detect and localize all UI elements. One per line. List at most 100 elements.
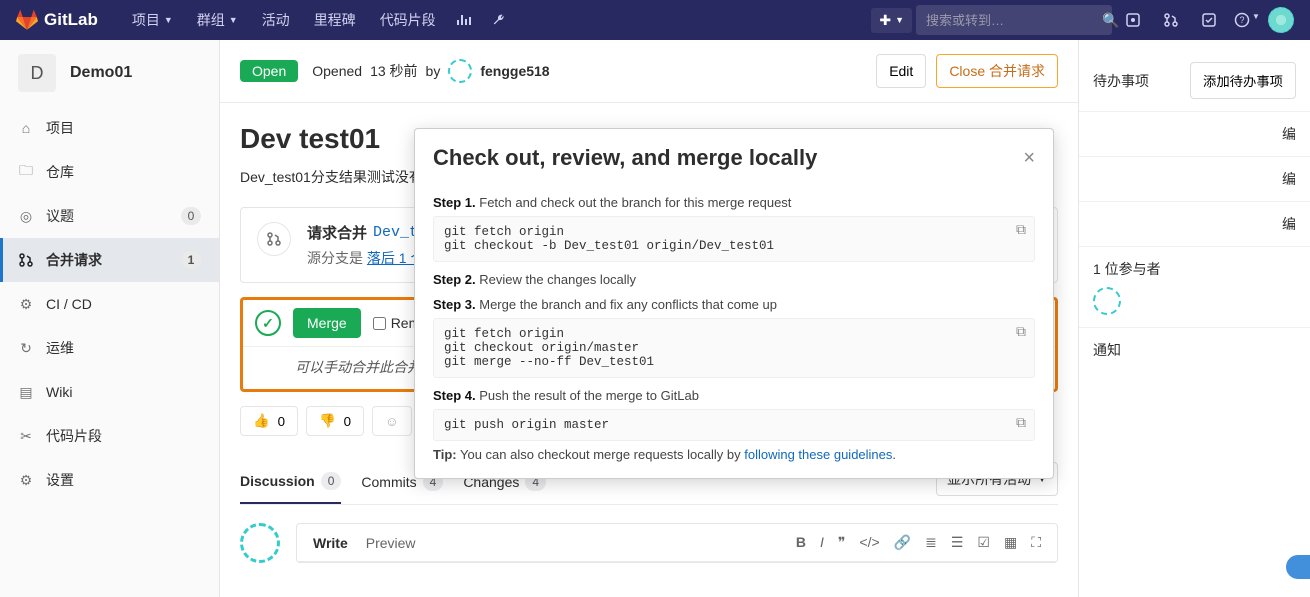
quote-icon[interactable]: ❞ (838, 534, 846, 551)
bold-icon[interactable]: B (796, 534, 806, 551)
wiki-icon: ▤ (18, 384, 34, 401)
current-user-avatar (240, 523, 280, 563)
smile-icon: ☺ (385, 414, 399, 429)
sidebar-item-label: 议题 (46, 206, 74, 226)
link-icon[interactable]: 🔗 (894, 534, 911, 551)
sidebar-item-label: 合并请求 (46, 250, 102, 270)
tab-discussion[interactable]: Discussion0 (240, 460, 341, 504)
assignee-section[interactable]: 编 (1079, 112, 1310, 157)
mr-status-open: Open (240, 60, 298, 82)
caret-down-icon: ▼ (229, 15, 238, 25)
nav-活动[interactable]: 活动 (252, 0, 300, 40)
sidebar-project-header[interactable]: D Demo01 (0, 40, 219, 106)
modal-close-button[interactable]: × (1023, 147, 1035, 170)
nav-里程碑[interactable]: 里程碑 (304, 0, 366, 40)
participant-avatar[interactable] (1093, 287, 1121, 315)
set-icon: ⚙ (18, 472, 34, 489)
bullet-list-icon[interactable]: ≣ (925, 534, 937, 551)
top-navbar: GitLab 项目▼群组▼活动里程碑代码片段 ✚▼ 🔍 ?▼ (0, 0, 1310, 40)
mergeable-check-icon: ✓ (255, 310, 281, 336)
sidebar-item-wiki[interactable]: ▤ Wiki (0, 370, 219, 414)
project-sidebar: D Demo01 ⌂ 项目 🗀 仓库 ◎议题0 合并请求 1 ⚙ CI / CD ↻运维 ▤ Wiki… (0, 40, 220, 597)
mr-right-sidebar: 待办事项 添加待办事项 编 编 编 1 位参与者 通知 (1078, 40, 1310, 597)
sidebar-item-ops[interactable]: ↻运维 (0, 326, 219, 370)
checkout-locally-modal: Check out, review, and merge locally × S… (414, 128, 1054, 479)
labels-section[interactable]: 编 (1079, 202, 1310, 247)
sidebar-item-label: 仓库 (46, 162, 74, 182)
snip-icon: ✂ (18, 428, 34, 445)
table-icon[interactable]: ▦ (1004, 534, 1017, 551)
copy-icon[interactable]: ⧉ (1016, 416, 1026, 432)
nav-代码片段[interactable]: 代码片段 (370, 0, 446, 40)
merge-request-icon (257, 222, 291, 256)
copy-icon[interactable]: ⧉ (1016, 325, 1026, 341)
help-dropdown[interactable]: ?▼ (1230, 12, 1264, 28)
ci-icon: ⚙ (18, 296, 34, 313)
sidebar-item-label: 设置 (46, 470, 74, 490)
author-avatar (448, 59, 472, 83)
mr-icon (18, 252, 34, 268)
home-icon: ⌂ (18, 120, 34, 136)
sidebar-item-ci[interactable]: ⚙ CI / CD (0, 282, 219, 326)
thumbs-up-icon: 👍 (253, 413, 270, 429)
admin-wrench-icon[interactable] (482, 0, 516, 40)
sidebar-item-label: 运维 (46, 338, 74, 358)
add-reaction-button[interactable]: ☺ (372, 406, 412, 436)
thumbs-up-button[interactable]: 👍0 (240, 406, 298, 436)
notifications-label: 通知 (1093, 340, 1121, 360)
sidebar-item-repo[interactable]: 🗀 仓库 (0, 150, 219, 194)
thumbs-down-button[interactable]: 👎0 (306, 406, 364, 436)
fullscreen-icon[interactable]: ⛶ (1031, 534, 1041, 551)
sidebar-item-issues[interactable]: ◎议题0 (0, 194, 219, 238)
author-name[interactable]: fengge518 (480, 63, 549, 79)
sidebar-item-label: Wiki (46, 384, 72, 400)
merge-button[interactable]: Merge (293, 308, 361, 338)
search-input[interactable] (926, 13, 1102, 28)
numbered-list-icon[interactable]: ☰ (951, 534, 964, 551)
user-avatar[interactable] (1268, 7, 1294, 33)
write-tab[interactable]: Write (313, 535, 348, 551)
merge-requests-shortcut-icon[interactable] (1154, 12, 1188, 28)
sidebar-item-home[interactable]: ⌂ 项目 (0, 106, 219, 150)
nav-项目[interactable]: 项目▼ (122, 0, 183, 40)
sidebar-item-mr[interactable]: 合并请求 1 (0, 238, 219, 282)
gitlab-logo[interactable]: GitLab (16, 9, 98, 31)
comment-editor[interactable]: Write Preview B I ❞ </> 🔗 ≣ ☰ ☑ ▦ (296, 523, 1058, 563)
brand-name: GitLab (44, 10, 98, 30)
top-nav-links: 项目▼群组▼活动里程碑代码片段 (122, 0, 446, 40)
preview-tab[interactable]: Preview (366, 535, 416, 551)
code-icon[interactable]: </> (859, 534, 879, 551)
floating-action-button[interactable] (1286, 555, 1310, 579)
modal-title: Check out, review, and merge locally (433, 145, 817, 171)
add-todo-button[interactable]: 添加待办事项 (1190, 62, 1296, 99)
new-dropdown[interactable]: ✚▼ (871, 8, 912, 33)
code-step4: git push origin master⧉ (433, 409, 1035, 441)
sidebar-item-set[interactable]: ⚙ 设置 (0, 458, 219, 502)
sidebar-item-snip[interactable]: ✂代码片段 (0, 414, 219, 458)
thumbs-down-icon: 👎 (319, 413, 336, 429)
todos-shortcut-icon[interactable] (1192, 12, 1226, 28)
repo-icon: 🗀 (18, 160, 34, 184)
copy-icon[interactable]: ⧉ (1016, 223, 1026, 239)
sidebar-item-label: 项目 (46, 118, 74, 138)
guidelines-link[interactable]: following these guidelines (744, 447, 892, 462)
close-mr-button[interactable]: Close 合并请求 (936, 54, 1058, 88)
caret-down-icon: ▼ (164, 15, 173, 25)
code-step1: git fetch origin git checkout -b Dev_tes… (433, 216, 1035, 262)
task-list-icon[interactable]: ☑ (977, 534, 990, 551)
project-name: Demo01 (70, 64, 132, 82)
sidebar-item-label: CI / CD (46, 296, 92, 312)
nav-群组[interactable]: 群组▼ (187, 0, 248, 40)
issues-shortcut-icon[interactable] (1116, 12, 1150, 28)
tanuki-icon (16, 9, 38, 31)
plus-icon: ✚ (879, 12, 891, 29)
global-search[interactable]: 🔍 (916, 5, 1112, 35)
italic-icon[interactable]: I (820, 534, 824, 551)
caret-down-icon: ▼ (895, 15, 904, 25)
edit-button[interactable]: Edit (876, 54, 926, 88)
milestone-section[interactable]: 编 (1079, 157, 1310, 202)
activity-graph-icon[interactable] (446, 0, 482, 40)
svg-text:?: ? (1240, 15, 1245, 25)
sidebar-badge: 1 (181, 251, 201, 269)
code-step3: git fetch origin git checkout origin/mas… (433, 318, 1035, 378)
